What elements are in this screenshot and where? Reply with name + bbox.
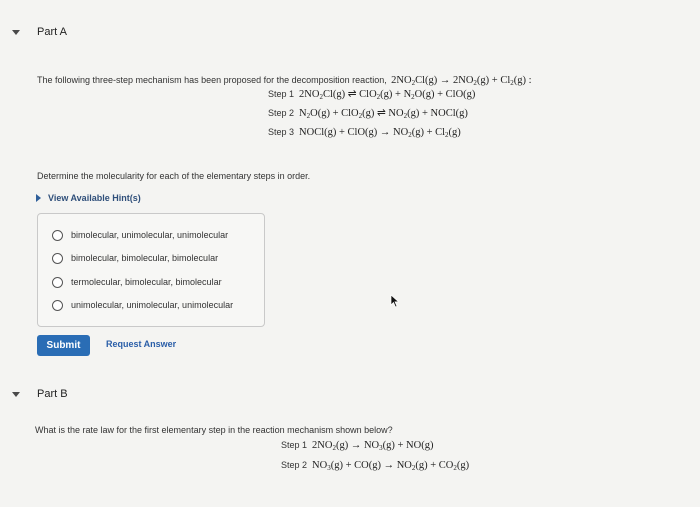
part-b-question: What is the rate law for the first eleme… <box>35 425 393 435</box>
part-a-title: Part A <box>37 26 67 38</box>
part-a-step-2: Step 2 N2O(g) + ClO2(g) ⇌ NO2(g) + NOCl(g… <box>268 108 468 120</box>
part-a-step-3: Step 3 NOCl(g) + ClO(g) → NO2(g) + Cl2(g) <box>268 127 461 139</box>
request-answer-link[interactable]: Request Answer <box>106 339 176 349</box>
submit-button[interactable]: Submit <box>37 335 90 356</box>
part-a-question: Determine the molecularity for each of t… <box>37 171 311 181</box>
part-b-title: Part B <box>37 388 68 400</box>
radio-button[interactable] <box>52 299 63 311</box>
radio-button[interactable] <box>52 229 63 241</box>
part-b-collapse-caret-icon[interactable] <box>12 392 20 397</box>
choice-option-4[interactable]: unimolecular, unimolecular, unimolecular <box>52 298 233 312</box>
radio-button[interactable] <box>52 252 63 264</box>
choice-option-3[interactable]: termolecular, bimolecular, bimolecular <box>52 275 222 289</box>
answer-choices-box: bimolecular, unimolecular, unimolecular … <box>37 213 265 327</box>
choice-option-1[interactable]: bimolecular, unimolecular, unimolecular <box>52 228 228 242</box>
radio-button[interactable] <box>52 276 63 288</box>
view-hints-toggle[interactable]: View Available Hint(s) <box>36 193 141 203</box>
part-b-step-2: Step 2 NO3(g) + CO(g) → NO2(g) + CO2(g) <box>281 460 470 472</box>
part-b-step-1: Step 1 2NO2(g) → NO3(g) + NO(g) <box>281 440 434 452</box>
view-hints-label: View Available Hint(s) <box>48 193 141 203</box>
choice-option-2[interactable]: bimolecular, bimolecular, bimolecular <box>52 251 218 265</box>
part-a-collapse-caret-icon[interactable] <box>12 30 20 35</box>
expand-arrow-icon <box>36 194 41 202</box>
part-a-step-1: Step 1 2NO2Cl(g) ⇌ ClO2(g) + N2O(g) + ClO… <box>268 89 476 101</box>
mouse-cursor-icon <box>390 294 400 308</box>
